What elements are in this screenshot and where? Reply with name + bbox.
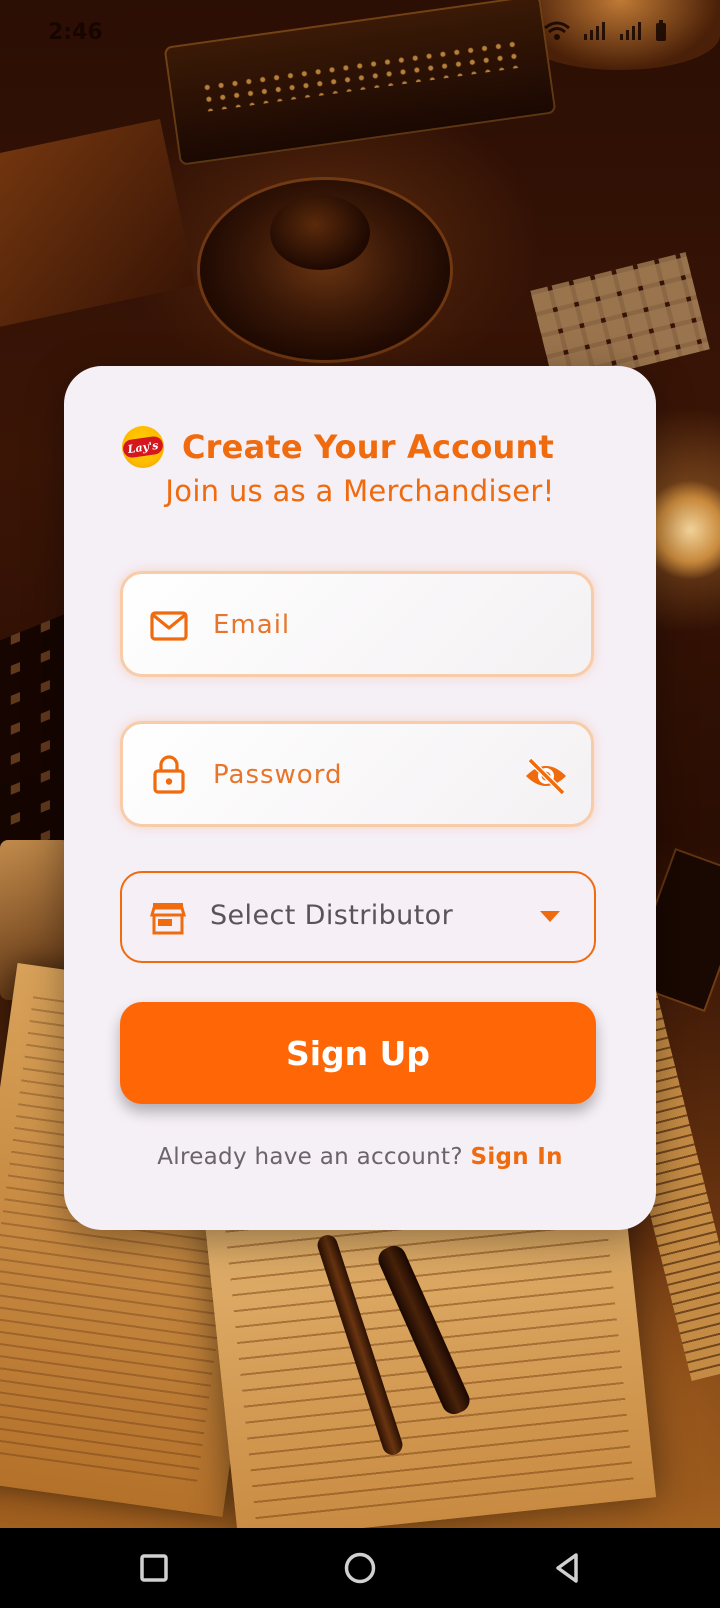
eye-off-icon[interactable]: [523, 756, 569, 796]
brand-logo: Lay's: [122, 426, 164, 468]
store-icon: [150, 903, 186, 935]
email-field[interactable]: Email: [120, 571, 594, 677]
page-subtitle: Join us as a Merchandiser!: [165, 474, 555, 508]
password-field[interactable]: Password: [120, 721, 594, 827]
sign-in-prompt-text: Already have an account?: [157, 1144, 463, 1170]
signup-card: Lay's Create Your Account Join us as a M…: [64, 366, 656, 1230]
signal-icon: [620, 22, 641, 40]
status-time: 2:46: [48, 20, 103, 45]
brand-logo-banner: Lay's: [122, 435, 164, 459]
heading-row: Lay's Create Your Account: [122, 426, 554, 468]
email-placeholder: Email: [213, 610, 291, 640]
sign-up-button[interactable]: Sign Up: [120, 1002, 596, 1104]
home-icon[interactable]: [340, 1548, 380, 1588]
background-knob: [270, 195, 370, 270]
wifi-icon: [544, 21, 570, 40]
navigation-bar: [0, 1528, 720, 1608]
signal-icon: [584, 22, 605, 40]
sign-in-link[interactable]: Sign In: [470, 1144, 562, 1170]
distributor-select[interactable]: Select Distributor: [120, 871, 596, 963]
dropdown-arrow-icon: [540, 911, 560, 922]
lock-icon: [153, 755, 185, 794]
background-box: [0, 118, 196, 332]
recents-icon[interactable]: [134, 1548, 174, 1588]
battery-icon: [656, 20, 666, 41]
status-icons: [544, 20, 668, 42]
password-placeholder: Password: [213, 760, 343, 790]
mail-icon: [150, 611, 188, 641]
back-icon[interactable]: [548, 1548, 588, 1588]
page-title: Create Your Account: [182, 428, 554, 466]
status-bar: 2:46: [0, 0, 720, 66]
brand-logo-text: Lay's: [126, 438, 160, 456]
sign-in-prompt: Already have an account? Sign In: [64, 1144, 656, 1170]
distributor-select-value: Select Distributor: [210, 900, 454, 931]
